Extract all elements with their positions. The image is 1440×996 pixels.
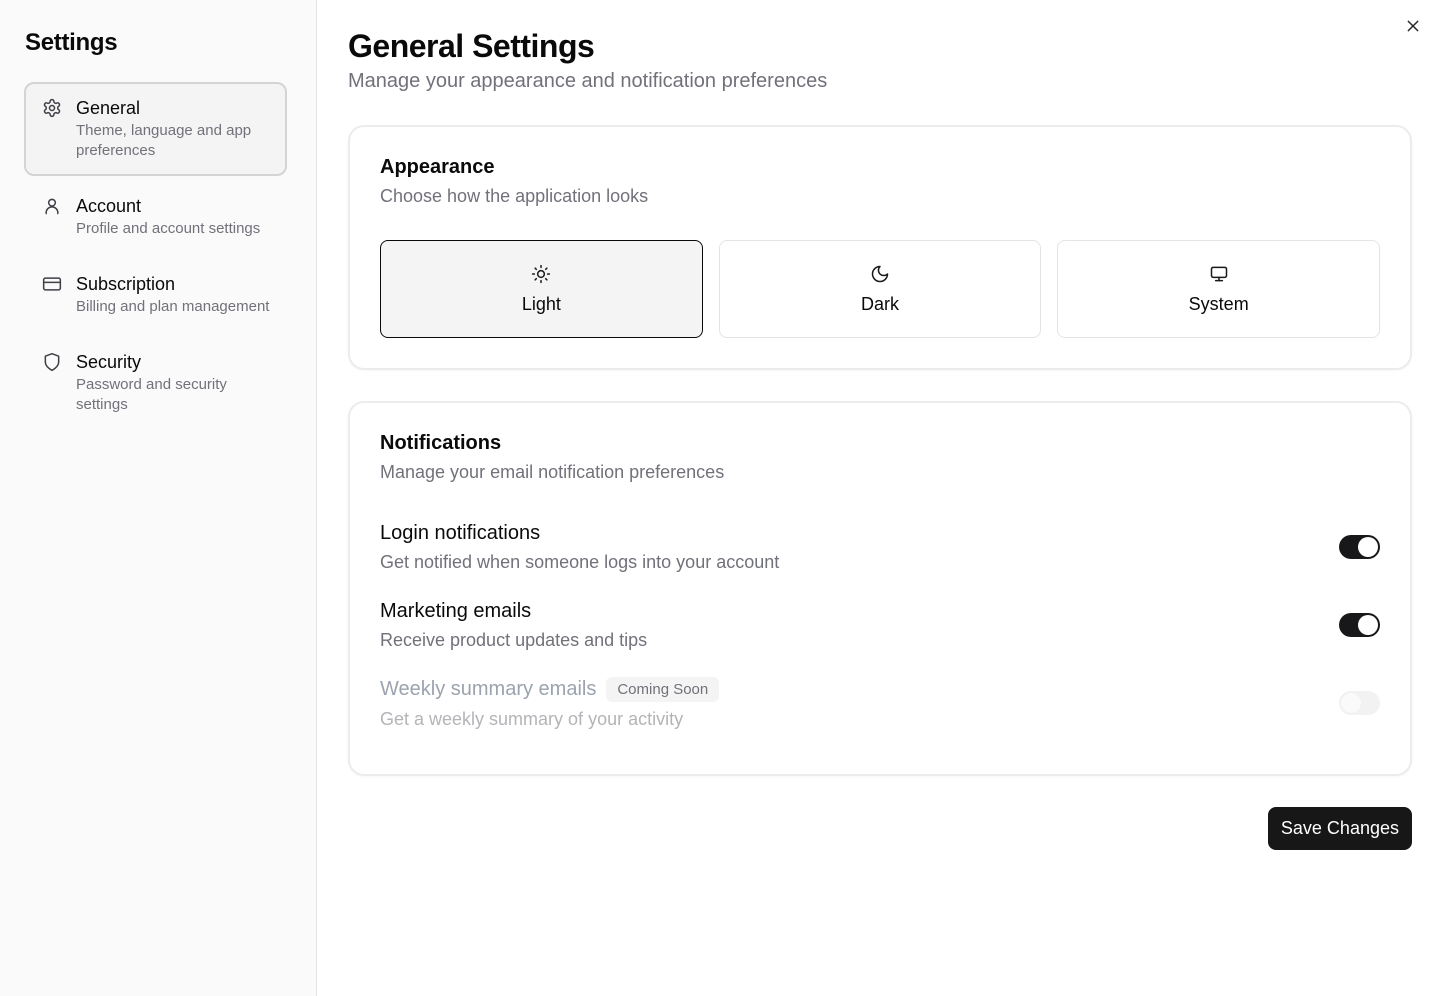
toggle-knob [1358, 615, 1378, 635]
notification-desc: Get a weekly summary of your activity [380, 708, 684, 729]
user-icon [42, 196, 62, 216]
theme-options: Light Dark System [380, 240, 1381, 338]
theme-option-light[interactable]: Light [380, 240, 703, 338]
weekly-summary-toggle [1339, 691, 1380, 715]
page-title: General Settings [348, 28, 595, 64]
theme-option-system[interactable]: System [1057, 240, 1381, 338]
marketing-emails-toggle[interactable] [1339, 613, 1380, 637]
sidebar-item-label: Security [76, 352, 142, 372]
save-changes-button[interactable]: Save Changes [1267, 807, 1412, 850]
notifications-title: Notifications [380, 432, 502, 454]
sidebar-item-desc: Theme, language and app preferences [76, 122, 252, 159]
notification-desc: Receive product updates and tips [380, 630, 648, 650]
theme-option-dark[interactable]: Dark [718, 240, 1042, 338]
coming-soon-badge: Coming Soon [606, 676, 720, 702]
toggle-knob [1341, 693, 1361, 713]
login-notifications-toggle[interactable] [1339, 535, 1380, 559]
sidebar-item-desc: Profile and account settings [76, 220, 261, 237]
sidebar-nav: General Theme, language and app preferen… [24, 82, 287, 430]
appearance-desc: Choose how the application looks [380, 186, 649, 206]
notification-weekly-summary: Weekly summary emails Coming Soon Get a … [380, 664, 1380, 742]
gear-icon [42, 98, 62, 118]
sidebar-item-account[interactable]: Account Profile and account settings [24, 180, 287, 254]
sidebar-item-security[interactable]: Security Password and security settings [24, 336, 287, 430]
notification-title: Marketing emails [380, 600, 532, 622]
monitor-icon [1209, 264, 1229, 284]
credit-card-icon [42, 274, 62, 294]
sidebar-item-label: General [76, 98, 141, 118]
sun-icon [531, 264, 551, 284]
toggle-knob [1358, 537, 1378, 557]
sidebar-item-general[interactable]: General Theme, language and app preferen… [24, 82, 287, 176]
notifications-card: Notifications Manage your email notifica… [348, 401, 1412, 776]
sidebar-item-desc: Password and security settings [76, 376, 227, 413]
page-subtitle: Manage your appearance and notification … [348, 70, 828, 92]
sidebar-item-desc: Billing and plan management [76, 298, 270, 315]
close-icon [1407, 20, 1419, 32]
sidebar-item-label: Subscription [76, 274, 176, 294]
sidebar-item-label: Account [76, 196, 142, 216]
notification-desc: Get notified when someone logs into your… [380, 552, 780, 572]
main-panel: General Settings Manage your appearance … [317, 0, 1440, 996]
notification-title: Login notifications [380, 522, 541, 544]
theme-option-label: Light [521, 293, 561, 314]
shield-icon [42, 352, 62, 372]
appearance-card: Appearance Choose how the application lo… [348, 125, 1412, 370]
notifications-desc: Manage your email notification preferenc… [380, 462, 725, 482]
sidebar: Settings General Theme, language and app… [0, 0, 317, 996]
appearance-title: Appearance [380, 156, 495, 178]
notification-marketing: Marketing emails Receive product updates… [380, 586, 1380, 664]
notification-title: Weekly summary emails [380, 678, 597, 700]
moon-icon [870, 264, 890, 284]
footer: Save Changes [348, 807, 1412, 850]
notification-login: Login notifications Get notified when so… [380, 508, 1380, 586]
settings-window: Settings General Theme, language and app… [0, 0, 1440, 996]
close-button[interactable] [1401, 14, 1425, 38]
notification-list: Login notifications Get notified when so… [380, 508, 1380, 742]
sidebar-item-subscription[interactable]: Subscription Billing and plan management [24, 258, 287, 332]
sidebar-title: Settings [25, 29, 118, 56]
theme-option-label: System [1188, 293, 1249, 314]
theme-option-label: Dark [861, 293, 900, 314]
